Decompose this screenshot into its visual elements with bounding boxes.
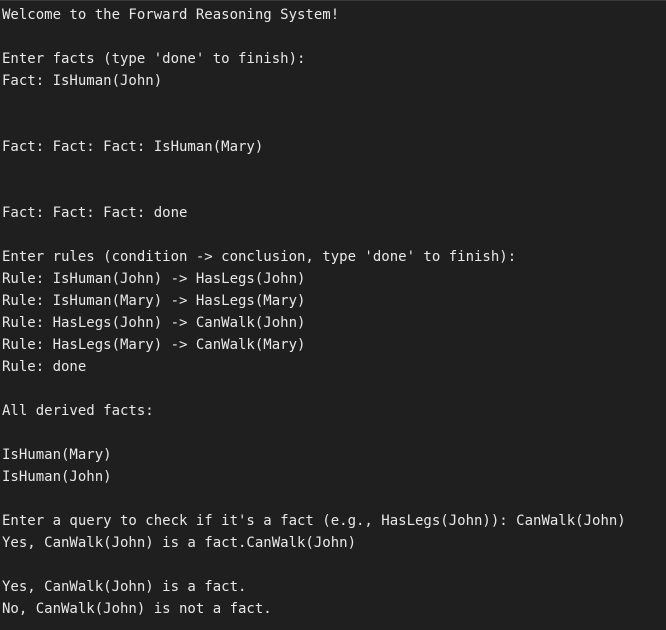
terminal-output[interactable]: Welcome to the Forward Reasoning System!… [0,0,666,630]
rules-prompt-line: Enter rules (condition -> conclusion, ty… [2,249,517,265]
fact-input-line: Fact: IsHuman(John) [2,73,163,89]
rule-input-line: Rule: IsHuman(Mary) -> HasLegs(Mary) [2,293,306,309]
welcome-line: Welcome to the Forward Reasoning System! [2,7,340,23]
derived-fact-line: IsHuman(Mary) [2,447,112,463]
derived-fact-line: IsHuman(John) [2,469,112,485]
facts-prompt-line: Enter facts (type 'done' to finish): [2,51,306,67]
query-result-line: Yes, CanWalk(John) is a fact.CanWalk(Joh… [2,535,357,551]
rule-done-line: Rule: done [2,359,87,375]
fact-done-line: Fact: Fact: Fact: done [2,205,188,221]
query-prompt-line: Enter a query to check if it's a fact (e… [2,513,626,529]
fact-input-line: Fact: Fact: Fact: IsHuman(Mary) [2,139,264,155]
rule-input-line: Rule: HasLegs(John) -> CanWalk(John) [2,315,306,331]
query-result-line: Yes, CanWalk(John) is a fact. [2,579,247,595]
rule-input-line: Rule: HasLegs(Mary) -> CanWalk(Mary) [2,337,306,353]
derived-facts-heading: All derived facts: [2,403,154,419]
query-result-line: No, CanWalk(John) is not a fact. [2,601,272,617]
rule-input-line: Rule: IsHuman(John) -> HasLegs(John) [2,271,306,287]
